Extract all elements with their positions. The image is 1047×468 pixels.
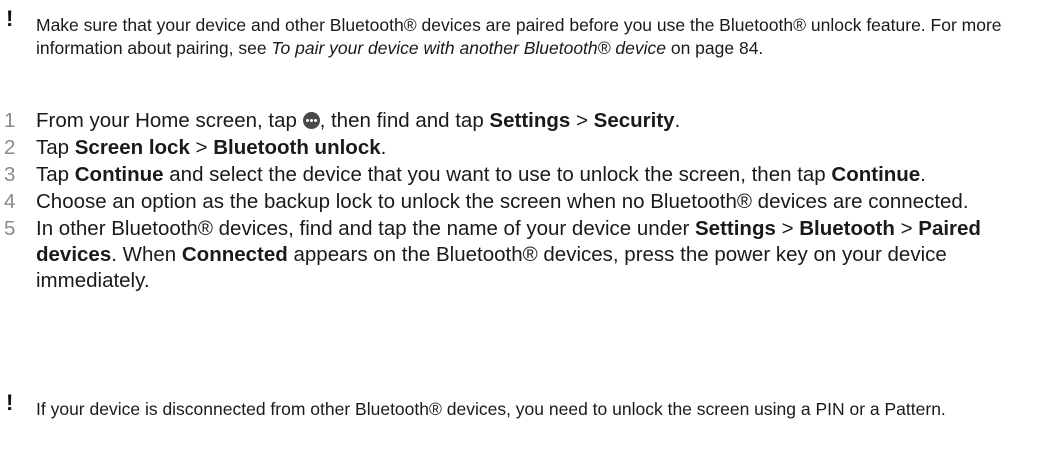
step-number: 1 bbox=[4, 109, 16, 132]
step-text: . bbox=[674, 109, 681, 132]
screen-lock-term: Screen lock bbox=[74, 136, 190, 159]
step-5: 5 In other Bluetooth® devices, find and … bbox=[0, 216, 1040, 294]
security-term: Security bbox=[593, 109, 675, 132]
step-text: In other Bluetooth® devices, find and ta… bbox=[36, 217, 695, 240]
step-text: . bbox=[920, 163, 926, 186]
continue-term: Continue bbox=[74, 163, 164, 186]
step-text: Tap bbox=[36, 136, 75, 159]
pairing-reference-link[interactable]: To pair your device with another Bluetoo… bbox=[271, 38, 666, 58]
separator: > bbox=[189, 136, 214, 159]
continue-term: Continue bbox=[831, 163, 921, 186]
settings-term: Settings bbox=[489, 109, 571, 132]
separator: > bbox=[775, 217, 800, 240]
disconnect-note-text: If your device is disconnected from othe… bbox=[36, 399, 946, 419]
apps-grid-icon bbox=[302, 112, 320, 129]
bluetooth-unlock-term: Bluetooth unlock bbox=[213, 136, 381, 159]
pairing-note-text: Make sure that your device and other Blu… bbox=[36, 14, 1040, 60]
pairing-note: ! Make sure that your device and other B… bbox=[0, 8, 1040, 88]
step-text: Choose an option as the backup lock to u… bbox=[36, 190, 969, 213]
disconnect-note: ! If your device is disconnected from ot… bbox=[0, 392, 1040, 452]
connected-term: Connected bbox=[181, 243, 288, 266]
step-text: From your Home screen, tap bbox=[36, 109, 303, 132]
separator: > bbox=[570, 109, 594, 132]
step-number: 5 bbox=[4, 217, 16, 240]
separator: > bbox=[894, 217, 919, 240]
step-2: 2 Tap Screen lock > Bluetooth unlock. bbox=[0, 135, 1040, 161]
settings-term: Settings bbox=[695, 217, 776, 240]
step-text: . When bbox=[111, 243, 182, 266]
step-text: . bbox=[380, 136, 387, 159]
step-text: and select the device that you want to u… bbox=[163, 163, 832, 186]
step-number: 3 bbox=[4, 163, 16, 186]
exclamation-icon: ! bbox=[6, 390, 14, 415]
step-text: , then find and tap bbox=[319, 109, 490, 132]
step-4: 4 Choose an option as the backup lock to… bbox=[0, 189, 1040, 215]
step-text: Tap bbox=[36, 163, 75, 186]
exclamation-icon: ! bbox=[6, 6, 14, 31]
step-1: 1 From your Home screen, tap , then find… bbox=[0, 108, 1040, 134]
step-3: 3 Tap Continue and select the device tha… bbox=[0, 162, 1040, 188]
instruction-steps: 1 From your Home screen, tap , then find… bbox=[0, 108, 1040, 295]
step-number: 2 bbox=[4, 136, 16, 159]
note-text-end: on page 84. bbox=[665, 38, 764, 58]
bluetooth-term: Bluetooth bbox=[799, 217, 895, 240]
step-number: 4 bbox=[4, 190, 16, 213]
